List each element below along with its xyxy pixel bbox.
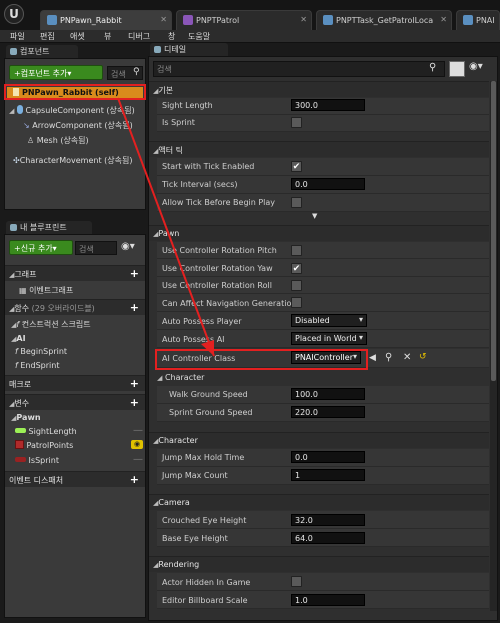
arrow-head: [201, 340, 214, 356]
annotation-arrow: [117, 97, 215, 357]
arrow-line: [117, 97, 215, 357]
